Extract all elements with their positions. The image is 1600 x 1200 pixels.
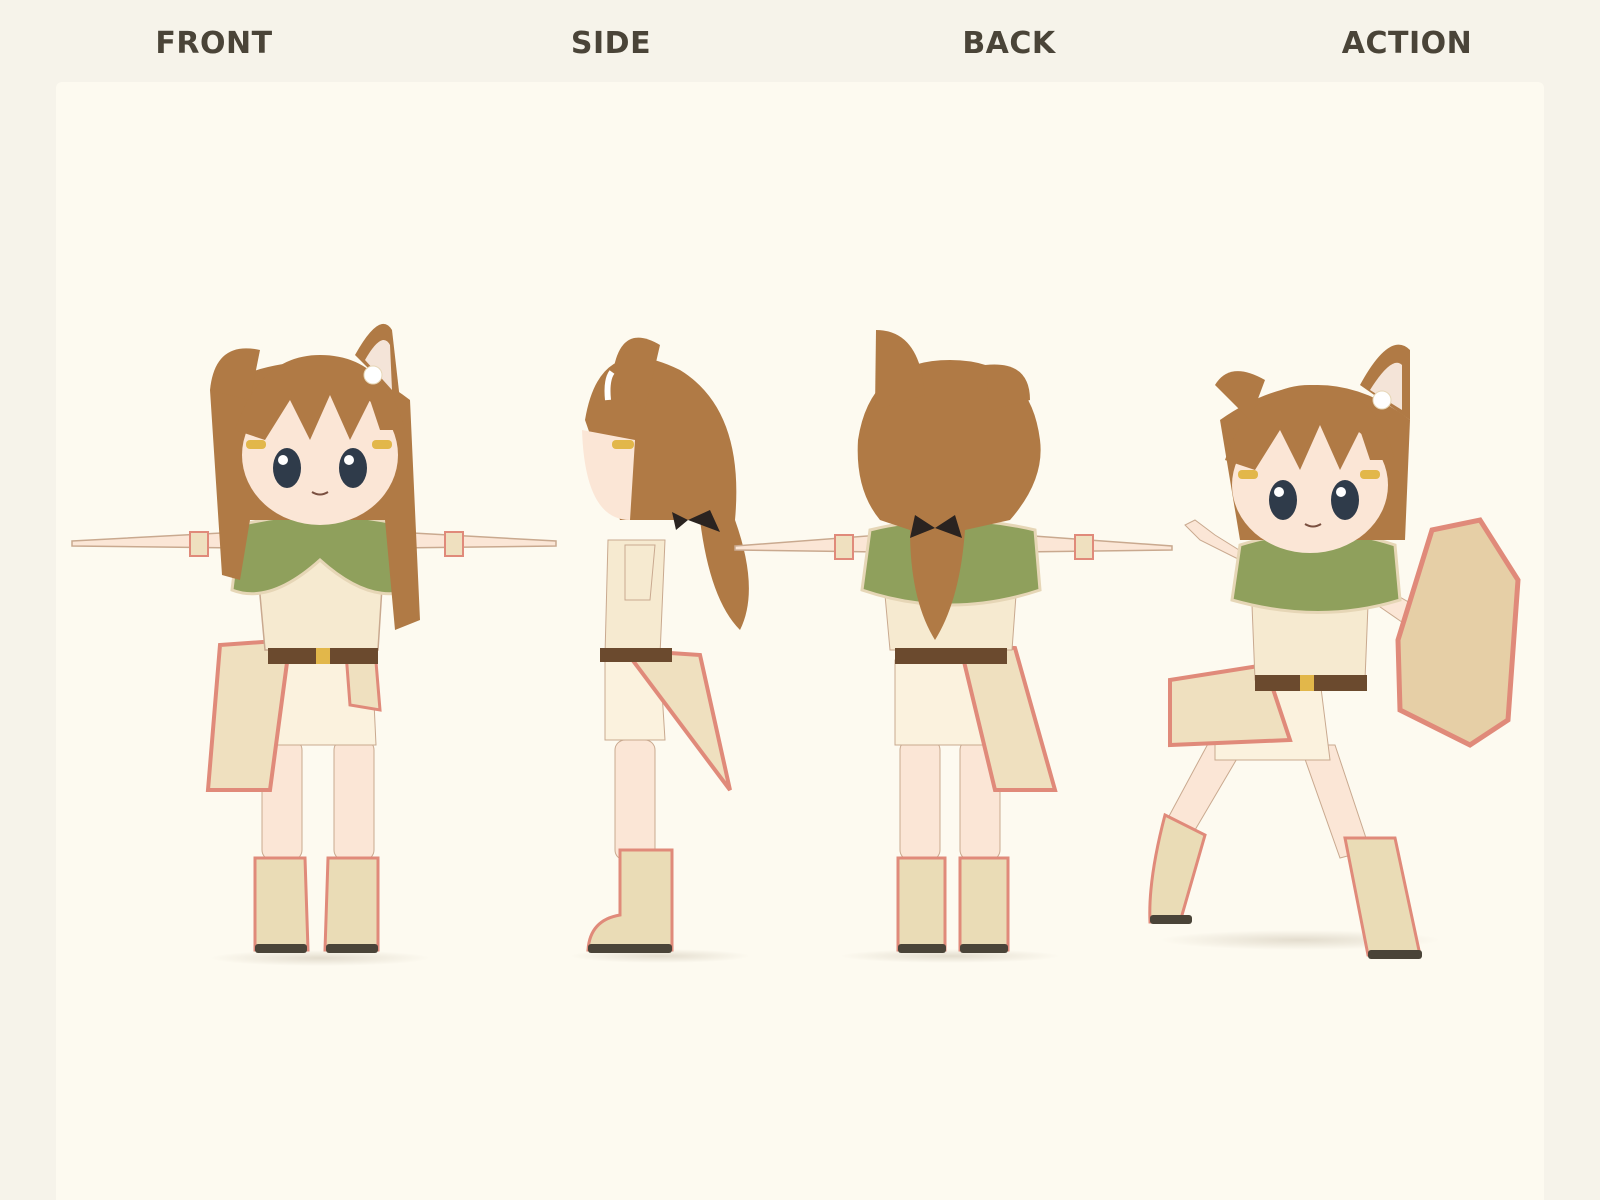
character-front (71, 323, 557, 966)
character-sheet (71, 323, 1521, 966)
character-side (570, 337, 750, 963)
character-action (1148, 344, 1521, 959)
character-back (734, 330, 1173, 963)
